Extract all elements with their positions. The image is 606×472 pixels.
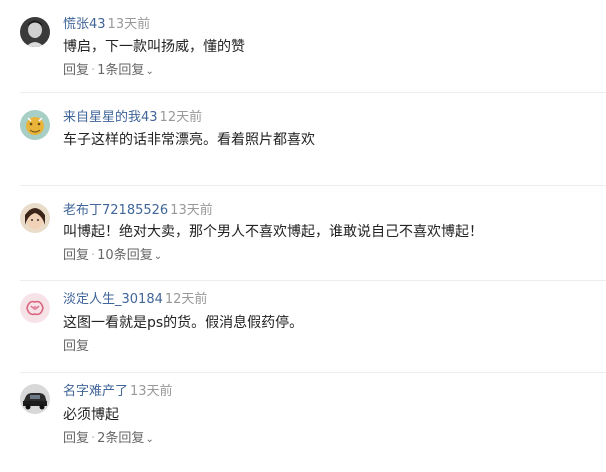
username-link[interactable]: 慌张43 [63,17,106,32]
user-avatar-icon[interactable] [20,110,50,140]
reply-button[interactable]: 回复 [63,248,89,263]
chevron-down-icon: ⌄ [145,66,154,77]
comment-actions: 回复 · 2条回复⌄ [63,430,154,449]
user-avatar-icon[interactable] [20,293,50,323]
separator-dot: · [91,63,96,78]
comment-item: 淡定人生_30184 12天前 这图一看就是ps的货。假消息假药停。 回复 [0,281,606,372]
username-link[interactable]: 名字难产了 [63,384,128,399]
username-link[interactable]: 老布丁72185526 [63,203,168,218]
comment-item: 慌张43 13天前 博启，下一款叫扬威，懂的赞 回复 · 1条回复⌄ [0,0,606,92]
view-replies-button[interactable]: 10条回复⌄ [97,248,162,263]
comment-time: 13天前 [130,384,173,399]
username-link[interactable]: 淡定人生_30184 [63,292,163,307]
comment-meta: 名字难产了 13天前 [63,383,173,401]
comment-text: 叫博起！绝对大卖，那个男人不喜欢博起，谁敢说自己不喜欢博起！ [63,224,483,240]
comment-item: 来自星星的我43 12天前 车子这样的话非常漂亮。看着照片都喜欢 [0,93,606,185]
comment-time: 12天前 [164,292,208,307]
view-replies-button[interactable]: 2条回复⌄ [97,431,154,446]
comment-text: 这图一看就是ps的货。假消息假药停。 [63,315,304,331]
view-replies-button[interactable]: 1条回复⌄ [97,63,154,78]
username-link[interactable]: 来自星星的我43 [63,110,158,125]
replies-count-label: 2条回复 [97,431,145,446]
comment-meta: 老布丁72185526 13天前 [63,202,213,220]
reply-button[interactable]: 回复 [63,339,89,354]
user-avatar-icon[interactable] [20,17,50,47]
separator-dot: · [91,248,96,263]
reply-button[interactable]: 回复 [63,431,89,446]
comment-text: 车子这样的话非常漂亮。看着照片都喜欢 [63,132,315,148]
user-avatar-icon[interactable] [20,203,50,233]
reply-button[interactable]: 回复 [63,63,89,78]
separator-dot: · [91,431,96,446]
comment-meta: 来自星星的我43 12天前 [63,109,202,127]
comment-actions: 回复 [63,338,89,356]
comment-text: 必须博起 [63,407,119,423]
replies-count-label: 10条回复 [97,248,153,263]
user-avatar-icon[interactable] [20,384,50,414]
comment-text: 博启，下一款叫扬威，懂的赞 [63,39,245,55]
comment-item: 老布丁72185526 13天前 叫博起！绝对大卖，那个男人不喜欢博起，谁敢说自己… [0,186,606,280]
chevron-down-icon: ⌄ [145,434,154,445]
replies-count-label: 1条回复 [97,63,145,78]
comment-actions: 回复 · 1条回复⌄ [63,62,154,81]
comment-time: 13天前 [170,203,213,218]
comment-time: 13天前 [107,17,151,32]
comment-actions: 回复 · 10条回复⌄ [63,247,162,266]
comment-time: 12天前 [159,110,203,125]
comment-meta: 淡定人生_30184 12天前 [63,291,207,309]
comment-item: 名字难产了 13天前 必须博起 回复 · 2条回复⌄ [0,373,606,472]
comment-meta: 慌张43 13天前 [63,16,150,34]
chevron-down-icon: ⌄ [153,251,163,262]
